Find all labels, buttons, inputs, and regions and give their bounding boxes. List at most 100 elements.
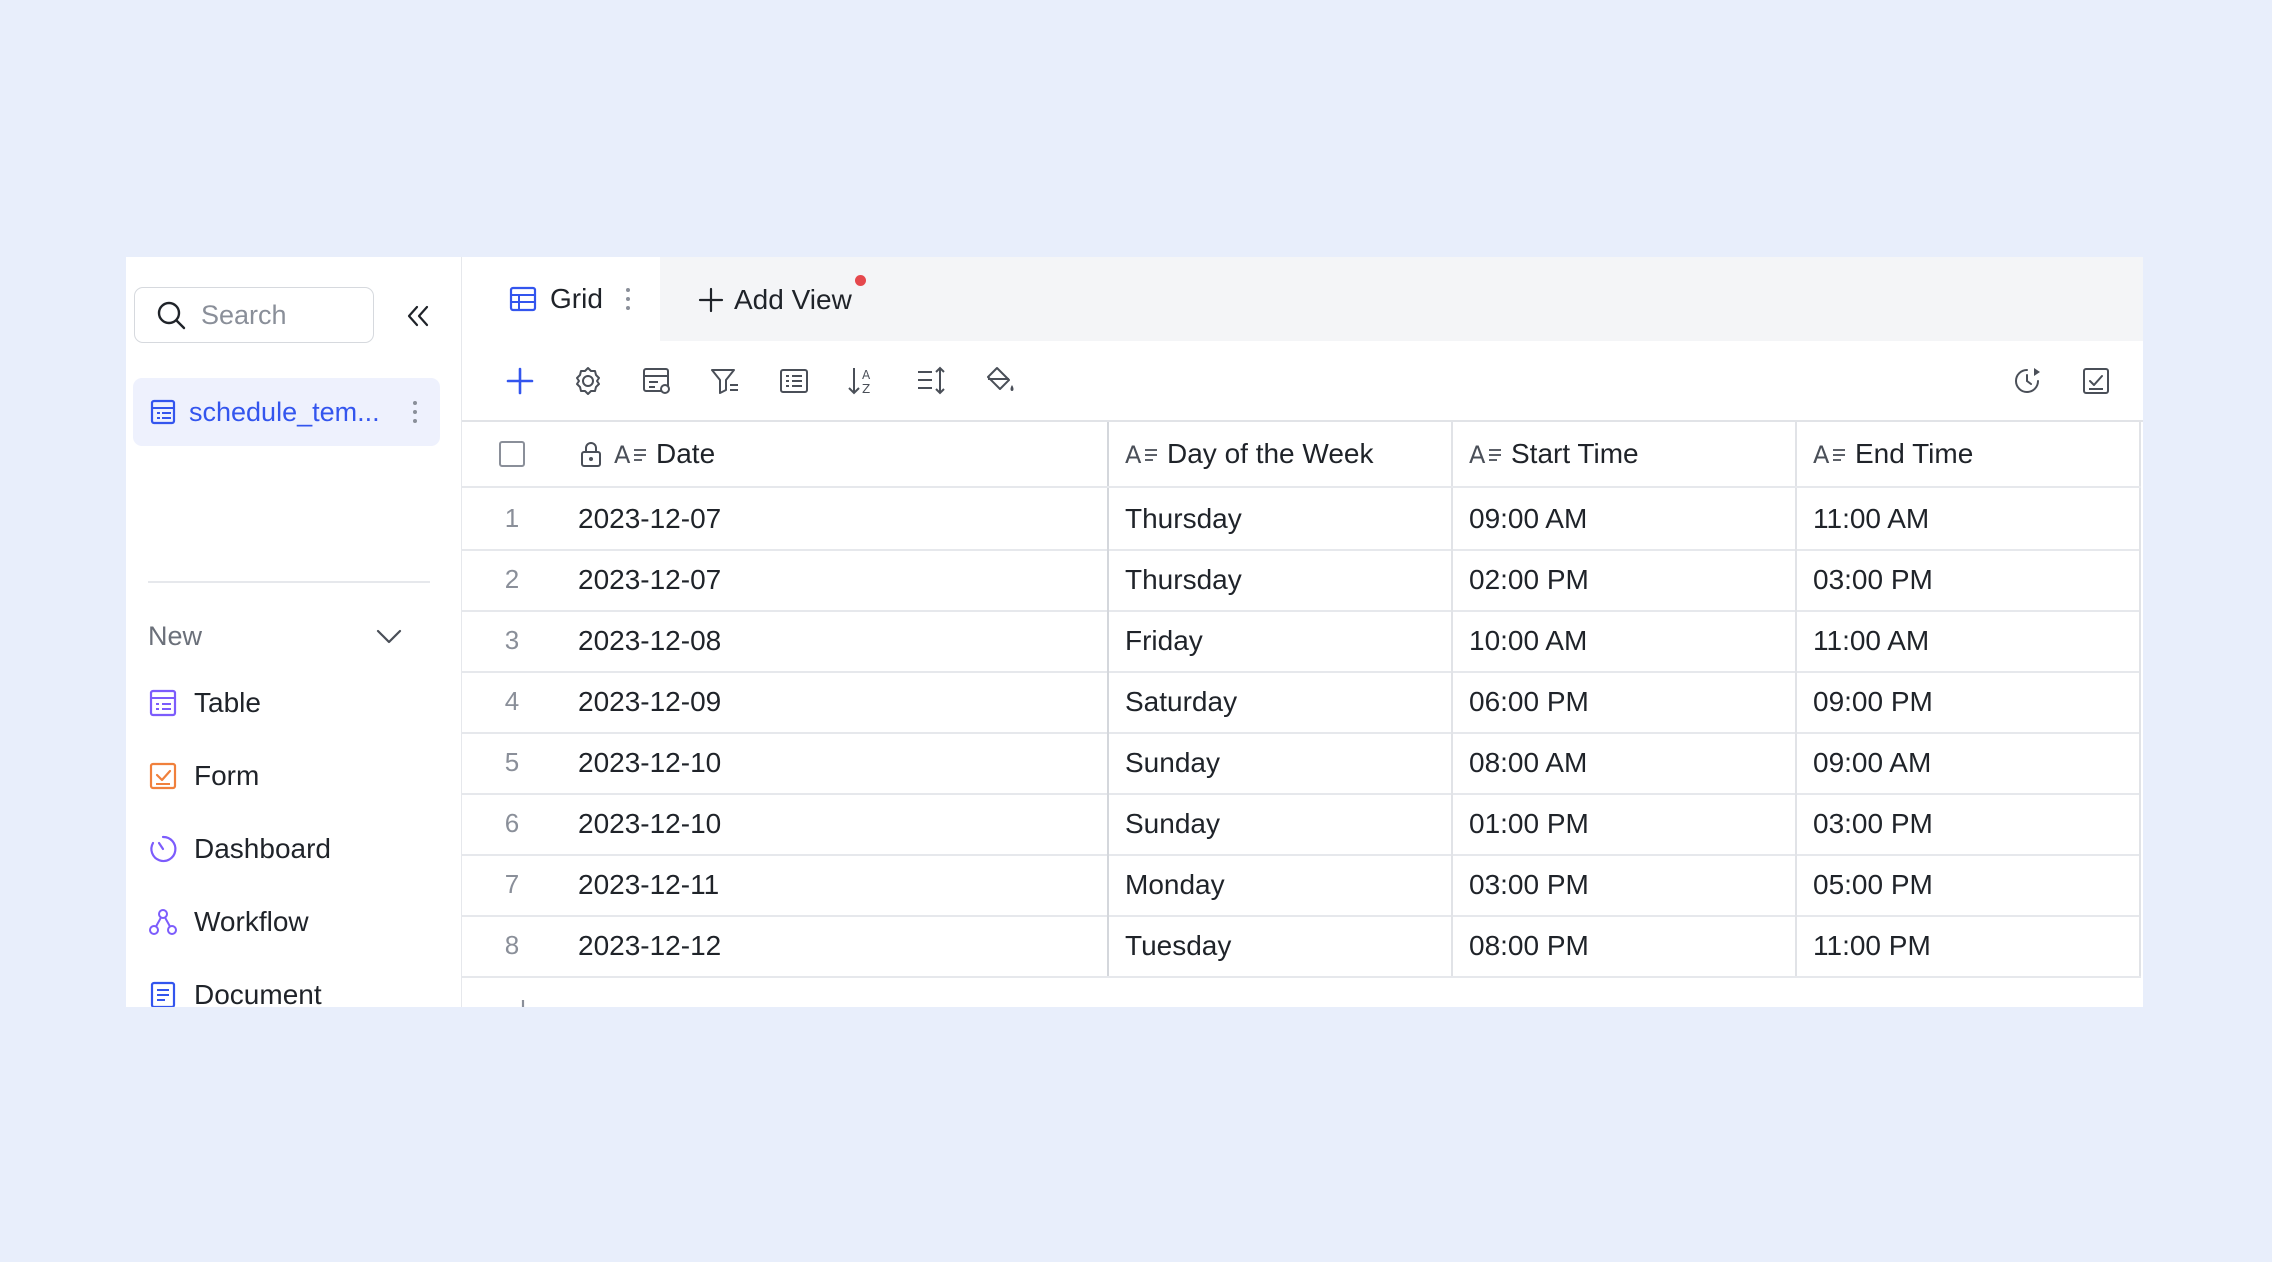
- table-row[interactable]: 6 2023-12-10 Sunday 01:00 PM 03:00 PM: [462, 793, 2141, 856]
- column-header-date[interactable]: A Date: [562, 422, 1107, 486]
- cell-date[interactable]: 2023-12-10: [562, 793, 1007, 854]
- history-button[interactable]: [2007, 361, 2047, 401]
- new-item-label: Form: [194, 760, 260, 791]
- cell-start-time[interactable]: 02:00 PM: [1451, 549, 1795, 610]
- sidebar-item-label: schedule_tem...: [189, 396, 380, 427]
- table-icon: [149, 689, 177, 717]
- cell-start-time[interactable]: 09:00 AM: [1451, 488, 1795, 549]
- lock-icon: [581, 442, 601, 467]
- cell-day[interactable]: Tuesday: [1107, 915, 1451, 976]
- main-area: Grid Add View A Z A Date A Day of the We…: [462, 257, 2143, 1007]
- search-input[interactable]: [199, 298, 373, 332]
- field-config-button[interactable]: [637, 361, 677, 401]
- view-tabbar: Grid Add View: [462, 257, 2143, 341]
- collapse-sidebar-button[interactable]: [401, 299, 435, 333]
- chevron-down-icon: [376, 629, 402, 644]
- add-record-button[interactable]: [500, 361, 540, 401]
- cell-end-time[interactable]: 11:00 AM: [1795, 610, 2141, 671]
- cell-date[interactable]: 2023-12-07: [562, 488, 1007, 549]
- new-document-item[interactable]: Document: [148, 970, 430, 1007]
- svg-text:A: A: [862, 368, 871, 382]
- cell-end-time[interactable]: 09:00 AM: [1795, 732, 2141, 793]
- row-index: 2: [504, 564, 520, 594]
- row-index: 7: [504, 869, 520, 899]
- more-vertical-icon[interactable]: [410, 398, 420, 426]
- cell-day[interactable]: Monday: [1107, 854, 1451, 915]
- cell-start-time[interactable]: 10:00 AM: [1451, 610, 1795, 671]
- add-record-icon: [506, 367, 534, 395]
- header-row: A Date A Day of the Week A Start Time A …: [462, 422, 2141, 488]
- toolbar: A Z: [462, 341, 2143, 421]
- cell-start-time[interactable]: 03:00 PM: [1451, 854, 1795, 915]
- table-row[interactable]: 8 2023-12-12 Tuesday 08:00 PM 11:00 PM: [462, 915, 2141, 978]
- group-button[interactable]: [774, 361, 814, 401]
- cell-start-time[interactable]: 08:00 PM: [1451, 915, 1795, 976]
- cell-date[interactable]: 2023-12-10: [562, 732, 1007, 793]
- svg-text:A: A: [1469, 441, 1486, 469]
- select-all-checkbox[interactable]: [499, 441, 525, 467]
- select-all-cell[interactable]: [462, 422, 562, 486]
- cell-day[interactable]: Friday: [1107, 610, 1451, 671]
- cell-day[interactable]: Saturday: [1107, 671, 1451, 732]
- new-section-header[interactable]: New: [148, 611, 430, 661]
- row-index: 6: [504, 808, 520, 838]
- table-row[interactable]: 2 2023-12-07 Thursday 02:00 PM 03:00 PM: [462, 549, 2141, 612]
- table-row[interactable]: 4 2023-12-09 Saturday 06:00 PM 09:00 PM: [462, 671, 2141, 734]
- cell-end-time[interactable]: 03:00 PM: [1795, 793, 2141, 854]
- cell-end-time[interactable]: 03:00 PM: [1795, 549, 2141, 610]
- cell-start-time[interactable]: 08:00 AM: [1451, 732, 1795, 793]
- cell-date[interactable]: 2023-12-07: [562, 549, 1007, 610]
- column-header-day[interactable]: A Day of the Week: [1107, 422, 1451, 486]
- cell-date[interactable]: 2023-12-09: [562, 671, 1007, 732]
- row-index: 8: [504, 930, 520, 960]
- checklist-button[interactable]: [2076, 361, 2116, 401]
- new-form-item[interactable]: Form: [148, 751, 430, 801]
- cell-start-time[interactable]: 01:00 PM: [1451, 793, 1795, 854]
- cell-day[interactable]: Sunday: [1107, 793, 1451, 854]
- tab-grid[interactable]: Grid: [462, 257, 660, 341]
- cell-day[interactable]: Thursday: [1107, 549, 1451, 610]
- new-item-label: Table: [194, 687, 261, 718]
- cell-date[interactable]: 2023-12-12: [562, 915, 1007, 976]
- table-row[interactable]: 7 2023-12-11 Monday 03:00 PM 05:00 PM: [462, 854, 2141, 917]
- table-row[interactable]: 1 2023-12-07 Thursday 09:00 AM 11:00 AM: [462, 488, 2141, 551]
- svg-text:Z: Z: [862, 382, 870, 396]
- svg-text:A: A: [1125, 441, 1142, 469]
- field-config-icon: [643, 368, 670, 394]
- new-dashboard-item[interactable]: Dashboard: [148, 824, 430, 874]
- cell-end-time[interactable]: 11:00 AM: [1795, 488, 2141, 549]
- grid-view-icon: [509, 286, 537, 312]
- cell-date[interactable]: 2023-12-11: [562, 854, 1007, 915]
- cell-end-time[interactable]: 09:00 PM: [1795, 671, 2141, 732]
- cell-day[interactable]: Thursday: [1107, 488, 1451, 549]
- checklist-icon: [2083, 368, 2109, 394]
- search-box[interactable]: [134, 287, 374, 343]
- column-header-end-time[interactable]: A End Time: [1795, 422, 2141, 486]
- table-row[interactable]: 5 2023-12-10 Sunday 08:00 AM 09:00 AM: [462, 732, 2141, 795]
- add-row-icon[interactable]: [508, 997, 538, 1007]
- cell-day[interactable]: Sunday: [1107, 732, 1451, 793]
- row-height-button[interactable]: [911, 361, 951, 401]
- row-index: 1: [504, 503, 520, 533]
- cell-end-time[interactable]: 11:00 PM: [1795, 915, 2141, 976]
- cell-end-time[interactable]: 05:00 PM: [1795, 854, 2141, 915]
- dashboard-icon: [150, 835, 177, 863]
- sort-button[interactable]: A Z: [842, 361, 882, 401]
- column-header-start-time[interactable]: A Start Time: [1451, 422, 1795, 486]
- table-row[interactable]: 3 2023-12-08 Friday 10:00 AM 11:00 AM: [462, 610, 2141, 673]
- table-icon: [150, 399, 176, 425]
- column-title: Start Time: [1511, 438, 1639, 469]
- add-view-button[interactable]: Add View: [696, 275, 866, 325]
- cell-date[interactable]: 2023-12-08: [562, 610, 1007, 671]
- color-fill-button[interactable]: [980, 361, 1020, 401]
- history-icon: [2015, 368, 2040, 393]
- cell-start-time[interactable]: 06:00 PM: [1451, 671, 1795, 732]
- new-workflow-item[interactable]: Workflow: [148, 897, 430, 947]
- row-index: 4: [504, 686, 520, 716]
- sidebar-item-schedule-table[interactable]: schedule_tem...: [133, 378, 440, 446]
- filter-button[interactable]: [705, 361, 745, 401]
- svg-text:A: A: [614, 441, 631, 469]
- more-vertical-icon[interactable]: [623, 285, 633, 313]
- new-table-item[interactable]: Table: [148, 678, 430, 728]
- settings-button[interactable]: [568, 361, 608, 401]
